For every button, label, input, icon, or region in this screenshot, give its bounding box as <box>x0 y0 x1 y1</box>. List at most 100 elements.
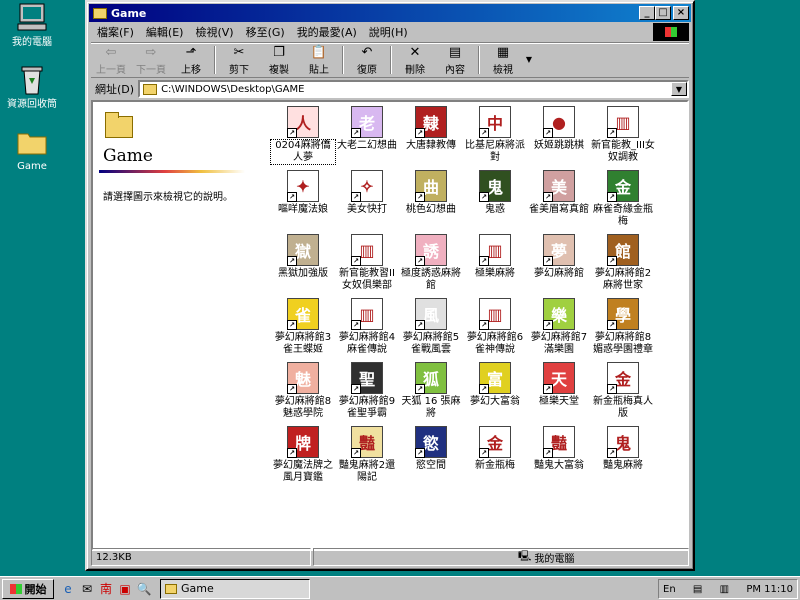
file-item[interactable]: ✦ ↗ 嘔咩魔法娘 <box>271 170 335 216</box>
taskbar-window-game[interactable]: Game <box>160 578 310 599</box>
file-item[interactable]: 金 ↗ 新金瓶梅 <box>463 426 527 472</box>
back-button[interactable]: ⇦ 上一頁 <box>91 43 131 77</box>
file-item[interactable]: 富 ↗ 夢幻大富翁 <box>463 362 527 408</box>
file-item[interactable]: 慾 ↗ 慾空間 <box>399 426 463 472</box>
file-item[interactable]: 狐 ↗ 天狐 16 張麻將 <box>399 362 463 420</box>
file-item[interactable]: 豔 ↗ 豔鬼麻將2還陽記 <box>335 426 399 484</box>
file-item[interactable]: 曲 ↗ 桃色幻想曲 <box>399 170 463 216</box>
file-item[interactable]: 老 ↗ 大老二幻想曲 <box>335 106 399 152</box>
shortcut-icon: 鬼 ↗ <box>607 426 639 458</box>
file-item[interactable]: 樂 ↗ 夢幻麻將館7滿樂園 <box>527 298 591 356</box>
language-indicator[interactable]: En <box>663 584 676 595</box>
desktop-icon-recycle-bin[interactable]: 資源回收筒 <box>0 64 64 111</box>
file-item[interactable]: 館 ↗ 夢幻麻將館2麻將世家 <box>591 234 655 292</box>
tray-app-icon[interactable]: ▤ <box>693 584 702 595</box>
title-bar[interactable]: Game _ □ × <box>89 4 691 22</box>
desktop-icon-game-folder[interactable]: Game <box>0 126 64 173</box>
cut-button[interactable]: ✂ 剪下 <box>219 43 259 77</box>
shortcut-arrow-icon: ↗ <box>607 128 617 138</box>
file-item[interactable]: 牌 ↗ 夢幻魔法牌之風月寶鑑 <box>271 426 335 484</box>
shortcut-icon: ● ↗ <box>543 106 575 138</box>
desktop-icon-my-computer[interactable]: 我的電腦 <box>0 2 64 49</box>
file-item[interactable]: 中 ↗ 比基尼麻將派對 <box>463 106 527 164</box>
shortcut-icon: 風 ↗ <box>415 298 447 330</box>
properties-button[interactable]: ▤ 內容 <box>435 43 475 77</box>
copy-button[interactable]: ❐ 複製 <box>259 43 299 77</box>
forward-button[interactable]: ⇨ 下一頁 <box>131 43 171 77</box>
file-item[interactable]: 鬼 ↗ 豔鬼麻將 <box>591 426 655 472</box>
outlook-express-icon[interactable]: ✉ <box>79 581 95 597</box>
shortcut-icon: 牌 ↗ <box>287 426 319 458</box>
file-item[interactable]: 隸 ↗ 大唐隸教傳 <box>399 106 463 152</box>
file-item[interactable]: ▥ ↗ 新官能教_III女奴調教 <box>591 106 655 164</box>
shortcut-icon: 樂 ↗ <box>543 298 575 330</box>
ime-toggle-icon[interactable]: ▣ <box>117 581 133 597</box>
file-item[interactable]: 魅 ↗ 夢幻麻將館8魅惑學院 <box>271 362 335 420</box>
maximize-button[interactable]: □ <box>655 6 671 20</box>
address-bar: 網址(D) C:\WINDOWS\Desktop\GAME ▼ <box>91 79 689 99</box>
address-dropdown-button[interactable]: ▼ <box>671 82 687 96</box>
file-item-label: 夢幻麻將館9雀聖爭霸 <box>338 396 396 419</box>
shortcut-icon: 鬼 ↗ <box>479 170 511 202</box>
file-item-label: 嘔咩魔法娘 <box>278 204 328 215</box>
address-input[interactable]: C:\WINDOWS\Desktop\GAME ▼ <box>138 80 689 98</box>
views-button[interactable]: ▦ 檢視 <box>483 43 523 77</box>
file-item[interactable]: ▥ ↗ 極樂麻將 <box>463 234 527 280</box>
menu-go[interactable]: 移至(G) <box>240 24 291 40</box>
up-button[interactable]: ⬏ 上移 <box>171 43 211 77</box>
delete-button[interactable]: ✕ 刪除 <box>395 43 435 77</box>
file-item[interactable]: ● ↗ 妖姬跳跳棋 <box>527 106 591 152</box>
file-item[interactable]: 豔 ↗ 豔鬼大富翁 <box>527 426 591 472</box>
file-item[interactable]: 人 ↗ 0204麻將僑人夢 <box>270 106 336 165</box>
file-item[interactable]: 天 ↗ 極樂天堂 <box>527 362 591 408</box>
shortcut-arrow-icon: ↗ <box>415 256 425 266</box>
paste-button[interactable]: 📋 貼上 <box>299 43 339 77</box>
file-item[interactable]: 雀 ↗ 夢幻麻將館3雀王蝶姬 <box>271 298 335 356</box>
start-button[interactable]: 開始 <box>2 578 54 599</box>
views-dropdown-button[interactable]: ▼ <box>523 43 535 77</box>
search-icon[interactable]: 🔍 <box>136 581 152 597</box>
scissors-icon: ✂ <box>233 44 245 60</box>
file-item[interactable]: 獄 ↗ 黑獄加強版 <box>271 234 335 280</box>
file-item[interactable]: 誘 ↗ 極度誘惑麻將館 <box>399 234 463 292</box>
views-icon: ▦ <box>496 44 510 60</box>
file-item-label: 妖姬跳跳棋 <box>534 140 584 151</box>
shortcut-icon: 天 ↗ <box>543 362 575 394</box>
menu-file[interactable]: 檔案(F) <box>91 24 140 40</box>
file-item[interactable]: 夢 ↗ 夢幻麻將館 <box>527 234 591 280</box>
input-method-icon[interactable]: 南 <box>98 581 114 597</box>
desktop-icon-label: 我的電腦 <box>12 37 52 48</box>
close-button[interactable]: × <box>673 6 689 20</box>
file-item[interactable]: 鬼 ↗ 鬼惑 <box>463 170 527 216</box>
file-item[interactable]: 金 ↗ 新金瓶梅真人版 <box>591 362 655 420</box>
file-item[interactable]: 學 ↗ 夢幻麻將館8媚惑學園禮章 <box>591 298 655 356</box>
file-item-label: 極樂麻將 <box>475 268 515 279</box>
address-label: 網址(D) <box>95 83 135 96</box>
menu-edit[interactable]: 編輯(E) <box>140 24 190 40</box>
file-item[interactable]: ▥ ↗ 夢幻麻將館6雀神傳說 <box>463 298 527 356</box>
folder-title: Game <box>103 146 153 166</box>
tray-app-icon[interactable]: ▥ <box>720 584 729 595</box>
shortcut-arrow-icon: ↗ <box>543 320 553 330</box>
menu-help[interactable]: 說明(H) <box>363 24 414 40</box>
file-item[interactable]: 金 ↗ 麻雀奇緣金瓶梅 <box>591 170 655 228</box>
clock[interactable]: PM 11:10 <box>746 584 793 595</box>
shortcut-icon: 狐 ↗ <box>415 362 447 394</box>
shortcut-icon: 中 ↗ <box>479 106 511 138</box>
file-item[interactable]: 風 ↗ 夢幻麻將館5雀戰風雲 <box>399 298 463 356</box>
toolbar-separator <box>214 46 216 74</box>
minimize-button[interactable]: _ <box>639 6 655 20</box>
internet-explorer-icon[interactable]: e <box>60 581 76 597</box>
file-item[interactable]: ▥ ↗ 夢幻麻將館4麻雀傳說 <box>335 298 399 356</box>
menu-favorites[interactable]: 我的最愛(A) <box>291 24 363 40</box>
shortcut-arrow-icon: ↗ <box>415 320 425 330</box>
menu-view[interactable]: 檢視(V) <box>189 24 239 40</box>
file-item-label: 夢幻麻將館2麻將世家 <box>594 268 652 291</box>
file-item[interactable]: ▥ ↗ 新官能教習II女奴俱樂部 <box>335 234 399 292</box>
undo-button[interactable]: ↶ 復原 <box>347 43 387 77</box>
undo-icon: ↶ <box>361 44 373 60</box>
file-item[interactable]: ✧ ↗ 美女快打 <box>335 170 399 216</box>
file-item[interactable]: 聖 ↗ 夢幻麻將館9雀聖爭霸 <box>335 362 399 420</box>
file-item[interactable]: 美 ↗ 雀美眉寫真館 <box>527 170 591 216</box>
shortcut-arrow-icon: ↗ <box>543 448 553 458</box>
